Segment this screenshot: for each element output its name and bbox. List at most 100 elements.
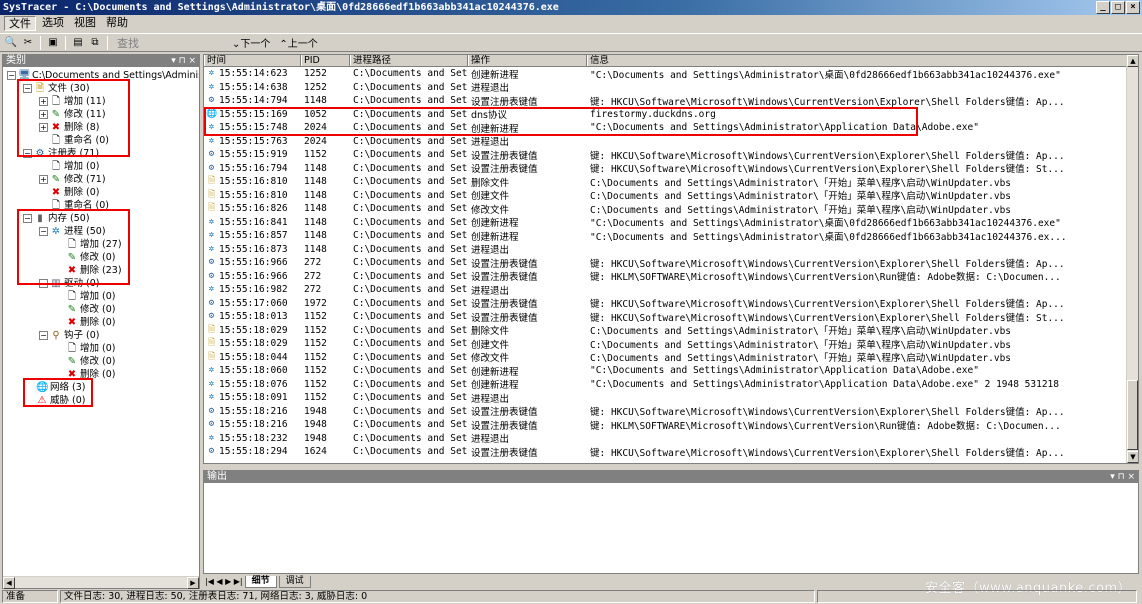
table-row[interactable]: ⚙ 15:55:16:966 272 C:\Documents and Set...设… [204, 256, 1128, 270]
find-input[interactable] [146, 35, 226, 50]
scroll-down-icon[interactable]: ▼ [1127, 451, 1138, 463]
tab-nav-icon[interactable]: |◀ ◀ ▶ ▶| [205, 577, 243, 586]
expand-icon[interactable]: + [39, 97, 48, 106]
search-icon[interactable]: 🔍 [4, 36, 18, 50]
table-row[interactable]: ⚙ 15:55:18:216 1948 C:\Documents and Set...… [204, 418, 1128, 432]
table-row[interactable]: 🗎15:55:16:8261148C:\Documents and Set...… [204, 202, 1128, 216]
table-row[interactable]: 🗎15:55:18:0291152C:\Documents and Set...… [204, 337, 1128, 351]
table-row[interactable]: ✲ 15:55:18:060 1152 C:\Documents and Set...… [204, 364, 1128, 378]
tree-driver-add[interactable]: 🗋 增加 (0) [66, 290, 116, 303]
maximize-button[interactable]: □ [1111, 1, 1125, 14]
table-row[interactable]: ⚙ 15:55:18:013 1152 C:\Documents and Set...… [204, 310, 1128, 324]
tree-hook-modify[interactable]: ✎ 修改 (0) [66, 355, 116, 368]
tree-registry-delete[interactable]: ✖ 删除 (0) [50, 186, 100, 199]
expand-icon[interactable]: + [39, 110, 48, 119]
menu-options[interactable]: 选项 [38, 16, 68, 31]
scroll-thumb[interactable] [1127, 380, 1138, 450]
col-path[interactable]: 进程路径 [350, 55, 468, 66]
tree-process-add[interactable]: 🗋 增加 (27) [66, 238, 122, 251]
pane-controls[interactable]: ▾ ⊓ × [1110, 471, 1135, 483]
tree-driver-delete[interactable]: ✖ 删除 (0) [66, 316, 116, 329]
tree-process-delete[interactable]: ✖ 删除 (23) [66, 264, 122, 277]
tree-file-delete[interactable]: + ✖ 删除 (8) [39, 121, 99, 134]
col-time[interactable]: 时间 [204, 55, 301, 66]
table-row[interactable]: ✲ 15:55:18:076 1152 C:\Documents and Set...… [204, 378, 1128, 392]
scroll-right-icon[interactable]: ▶ [187, 577, 199, 589]
tree-process[interactable]: − ✲ 进程 (50) [39, 225, 106, 238]
tree-threat[interactable]: ⚠ 威胁 (0) [36, 394, 86, 407]
expand-icon[interactable]: + [39, 123, 48, 132]
menu-help[interactable]: 帮助 [102, 16, 132, 31]
collapse-icon[interactable]: − [23, 149, 32, 158]
table-row[interactable]: ✲ 15:55:15:748 2024 C:\Documents and Set...… [204, 121, 1128, 135]
table-row[interactable]: ✲ 15:55:16:982 272 C:\Documents and Set...进… [204, 283, 1128, 297]
collapse-icon[interactable]: − [39, 227, 48, 236]
table-row[interactable]: ✲ 15:55:14:638 1252 C:\Documents and Set...… [204, 81, 1128, 95]
table-row[interactable]: ⚙ 15:55:18:216 1948 C:\Documents and Set...… [204, 405, 1128, 419]
collapse-icon[interactable]: − [7, 71, 16, 80]
tree-memory[interactable]: − ▮ 内存 (50) [23, 212, 90, 225]
tree-network[interactable]: 🌐 网络 (3) [36, 381, 85, 394]
next-button[interactable]: ⌄下一个 [229, 35, 273, 50]
table-row[interactable]: ⚙ 15:55:16:794 1148 C:\Documents and Set...… [204, 162, 1128, 176]
tab-debug[interactable]: 调试 [278, 575, 311, 588]
collapse-icon[interactable]: − [23, 84, 32, 93]
table-row[interactable]: 🗎15:55:18:0441152C:\Documents and Set...… [204, 351, 1128, 365]
scroll-up-icon[interactable]: ▲ [1127, 55, 1138, 67]
prev-button[interactable]: ⌃上一个 [276, 35, 320, 50]
tree-file[interactable]: − 🗎 文件 (30) [23, 82, 90, 95]
table-row[interactable]: ✲ 15:55:18:232 1948 C:\Documents and Set...… [204, 432, 1128, 446]
table-row[interactable]: ✲ 15:55:18:091 1152 C:\Documents and Set...… [204, 391, 1128, 405]
tree-file-add[interactable]: + 🗋 增加 (11) [39, 95, 106, 108]
table-row[interactable]: ✲ 15:55:14:623 1252 C:\Documents and Set...… [204, 67, 1128, 81]
table-row[interactable]: 🗎15:55:18:0291152C:\Documents and Set...… [204, 324, 1128, 338]
scroll-left-icon[interactable]: ◀ [3, 577, 15, 589]
collapse-icon[interactable]: − [23, 214, 32, 223]
col-pid[interactable]: PID [301, 55, 350, 66]
minimize-button[interactable]: _ [1096, 1, 1110, 14]
table-row[interactable]: 🌐15:55:15:1691052C:\Documents and Set...… [204, 108, 1128, 122]
snapshot-icon[interactable]: ▣ [46, 36, 60, 50]
tree-registry[interactable]: − ⚙ 注册表 (71) [23, 147, 99, 160]
compare-icon[interactable]: ⧉ [88, 36, 102, 50]
menu-file[interactable]: 文件 [4, 16, 36, 31]
tree-file-rename[interactable]: 🗋 重命名 (0) [50, 134, 109, 147]
scan-icon[interactable]: ✂ [21, 36, 35, 50]
table-row[interactable]: 🗎15:55:16:8101148C:\Documents and Set...… [204, 175, 1128, 189]
table-row[interactable]: ⚙ 15:55:15:919 1152 C:\Documents and Set...… [204, 148, 1128, 162]
table-row[interactable]: ✲ 15:55:15:763 2024 C:\Documents and Set...… [204, 135, 1128, 149]
table-row[interactable]: ✲ 15:55:16:841 1148 C:\Documents and Set...… [204, 216, 1128, 230]
tree-hscrollbar[interactable]: ◀ ▶ [3, 576, 199, 589]
cell-info: 键: HKCU\Software\Microsoft\Windows\Curre… [590, 407, 1065, 419]
table-row[interactable]: ⚙ 15:55:14:794 1148 C:\Documents and Set...… [204, 94, 1128, 108]
log-vscrollbar[interactable]: ▲ ▼ [1126, 55, 1138, 463]
tree-registry-rename[interactable]: 🗋 重命名 (0) [50, 199, 109, 212]
table-row[interactable]: ⚙ 15:55:16:966 272 C:\Documents and Set...设… [204, 270, 1128, 284]
table-row[interactable]: 🗎15:55:16:8101148C:\Documents and Set...… [204, 189, 1128, 203]
tree-file-modify[interactable]: + ✎ 修改 (11) [39, 108, 106, 121]
cell-path: C:\Documents and Set... [353, 176, 468, 188]
table-row[interactable]: ⚙ 15:55:18:294 1624 C:\Documents and Set...… [204, 445, 1128, 459]
col-info[interactable]: 信息 [587, 55, 1128, 66]
close-button[interactable]: × [1126, 1, 1140, 14]
tree-registry-add[interactable]: 🗋 增加 (0) [50, 160, 100, 173]
table-row[interactable]: ✲ 15:55:16:873 1148 C:\Documents and Set...… [204, 243, 1128, 257]
tree-hook-delete[interactable]: ✖ 删除 (0) [66, 368, 116, 381]
view-icon[interactable]: ▤ [71, 36, 85, 50]
tree-hook[interactable]: − ⚲ 钩子 (0) [39, 329, 99, 342]
collapse-icon[interactable]: − [39, 279, 48, 288]
table-row[interactable]: ⚙ 15:55:17:060 1972 C:\Documents and Set...… [204, 297, 1128, 311]
tab-details[interactable]: 细节 [244, 575, 277, 588]
col-operation[interactable]: 操作 [468, 55, 587, 66]
collapse-icon[interactable]: − [39, 331, 48, 340]
tree-root[interactable]: − 🖥 C:\Documents and Settings\Administ [7, 69, 199, 82]
tree-driver[interactable]: − ▥ 驱动 (0) [39, 277, 99, 290]
tree-hook-add[interactable]: 🗋 增加 (0) [66, 342, 116, 355]
menu-view[interactable]: 视图 [70, 16, 100, 31]
table-row[interactable]: ✲ 15:55:16:857 1148 C:\Documents and Set...… [204, 229, 1128, 243]
tree-process-modify[interactable]: ✎ 修改 (0) [66, 251, 116, 264]
tree-driver-modify[interactable]: ✎ 修改 (0) [66, 303, 116, 316]
pane-controls[interactable]: ▾ ⊓ × [171, 55, 196, 67]
expand-icon[interactable]: + [39, 175, 48, 184]
tree-registry-modify[interactable]: + ✎ 修改 (71) [39, 173, 106, 186]
